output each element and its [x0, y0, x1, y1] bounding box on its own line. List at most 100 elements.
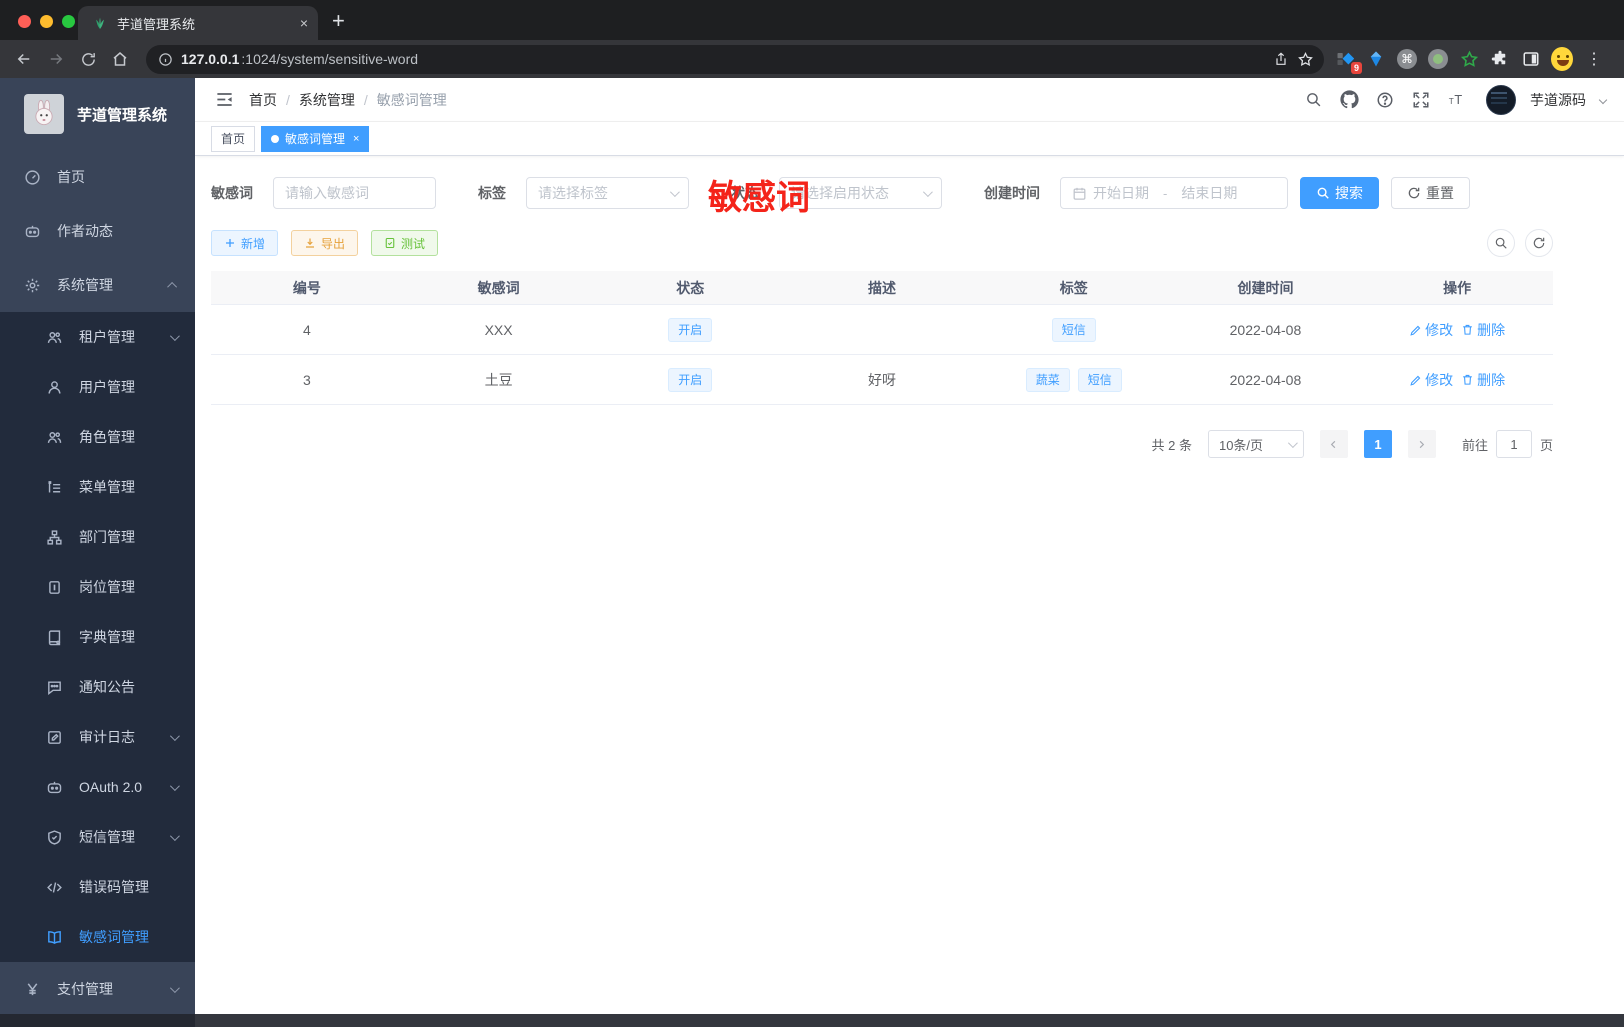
sidebar-item-role[interactable]: 角色管理	[0, 412, 195, 462]
pencil-icon	[1410, 375, 1421, 386]
sidebar-item-tenant[interactable]: 租户管理	[0, 312, 195, 362]
tampermonkey-extension-icon[interactable]: 9	[1334, 48, 1362, 74]
refresh-table-icon[interactable]	[1525, 229, 1553, 257]
sidebar-item-label: 系统管理	[57, 277, 113, 293]
search-button[interactable]: 搜索	[1300, 177, 1379, 209]
hide-search-icon[interactable]	[1487, 229, 1515, 257]
sidebar-item-author[interactable]: 作者动态	[0, 204, 195, 258]
sidebar-item-audit-log[interactable]: 审计日志	[0, 712, 195, 762]
forward-icon[interactable]	[42, 45, 70, 73]
search-icon	[1317, 187, 1329, 199]
user-avatar[interactable]	[1486, 84, 1516, 115]
date-start-placeholder[interactable]: 开始日期	[1093, 183, 1149, 203]
bookmark-star-icon[interactable]	[1297, 51, 1314, 68]
next-page-button[interactable]	[1407, 430, 1436, 458]
active-tag-dot	[271, 134, 280, 143]
sidebar-item-dict[interactable]: 字典管理	[0, 612, 195, 662]
reload-icon[interactable]	[74, 45, 102, 73]
sidebar-item-oauth[interactable]: OAuth 2.0	[0, 762, 195, 812]
tag-close-icon[interactable]: ×	[353, 133, 359, 145]
table-settings	[1487, 229, 1553, 257]
address-bar[interactable]: 127.0.0.1:1024/system/sensitive-word	[146, 44, 1324, 74]
breadcrumb-section[interactable]: 系统管理	[299, 90, 355, 110]
edit-button[interactable]: 修改	[1409, 320, 1453, 340]
table-row: 3 土豆 开启 好呀 蔬菜 短信 2022-04-08 修改 删除	[211, 355, 1553, 405]
green-star-extension-icon[interactable]	[1458, 48, 1480, 70]
new-tab-button[interactable]: +	[332, 8, 345, 34]
col-header: 描述	[868, 279, 897, 296]
share-icon[interactable]	[1273, 51, 1289, 67]
browser-tab[interactable]: 芋道管理系统 ×	[78, 6, 318, 40]
fullscreen-icon[interactable]	[1408, 87, 1434, 113]
prev-page-button[interactable]	[1319, 430, 1348, 458]
page-content: 敏感词 标签 状态 创建时间 开始日期 -	[195, 156, 1624, 1027]
table-toolbar: 新增 导出 测试	[211, 229, 1553, 257]
export-button[interactable]: 导出	[291, 230, 359, 256]
sidebar-item-post[interactable]: 岗位管理	[0, 562, 195, 612]
tab-close-icon[interactable]: ×	[300, 15, 308, 31]
date-end-placeholder[interactable]: 结束日期	[1181, 183, 1237, 203]
sidebar-item-menu[interactable]: 菜单管理	[0, 462, 195, 512]
goto-page-input[interactable]	[1495, 430, 1532, 458]
keyword-input[interactable]	[285, 185, 424, 201]
window-controls[interactable]	[18, 15, 75, 28]
tag-select-input[interactable]	[538, 185, 664, 201]
code-icon	[47, 881, 62, 893]
gem-extension-icon[interactable]	[1365, 48, 1387, 70]
cell-word: XXX	[484, 321, 513, 338]
side-panel-icon[interactable]	[1520, 48, 1542, 70]
tag-select[interactable]	[526, 177, 689, 209]
select-caret-icon	[1287, 437, 1298, 448]
search-button-label: 搜索	[1335, 185, 1363, 201]
app-window: 芋道管理系统 首页 作者动态 系统管理 租户管理 用户管理 角色管理 菜单管理 …	[0, 78, 1624, 1027]
tag-sensitive-word[interactable]: 敏感词管理 ×	[261, 125, 370, 152]
yen-icon	[27, 982, 38, 995]
reset-button-label: 重置	[1426, 185, 1454, 201]
refresh-icon	[1408, 187, 1420, 199]
sidebar-item-system[interactable]: 系统管理	[0, 258, 195, 312]
search-form: 敏感词 标签 状态 创建时间 开始日期 -	[211, 177, 1553, 209]
font-size-icon[interactable]: TT	[1444, 87, 1470, 113]
sidebar-item-pay[interactable]: 支付管理	[0, 962, 195, 1016]
page-unit-label: 页	[1539, 437, 1553, 453]
sidebar-item-notice[interactable]: 通知公告	[0, 662, 195, 712]
delete-button[interactable]: 删除	[1461, 320, 1505, 340]
reset-button[interactable]: 重置	[1391, 177, 1470, 209]
page-size-select[interactable]: 10条/页	[1207, 430, 1304, 458]
github-icon[interactable]	[1336, 87, 1362, 113]
app-logo[interactable]: 芋道管理系统	[0, 78, 195, 150]
recorder-extension-icon[interactable]	[1427, 48, 1449, 70]
user-name[interactable]: 芋道源码	[1530, 90, 1586, 110]
add-button[interactable]: 新增	[211, 230, 279, 256]
search-icon[interactable]	[1300, 87, 1326, 113]
site-info-icon[interactable]	[158, 52, 173, 67]
command-extension-icon[interactable]: ⌘	[1396, 48, 1418, 70]
extensions-puzzle-icon[interactable]	[1489, 48, 1511, 70]
delete-button[interactable]: 删除	[1461, 370, 1505, 390]
sidebar-item-dept[interactable]: 部门管理	[0, 512, 195, 562]
back-icon[interactable]	[10, 45, 38, 73]
plus-icon	[226, 239, 234, 247]
close-window-button[interactable]	[18, 15, 31, 28]
edit-button[interactable]: 修改	[1409, 370, 1453, 390]
collapse-sidebar-icon[interactable]	[207, 83, 241, 117]
browser-menu-icon[interactable]: ⋮	[1586, 49, 1603, 69]
zoom-window-button[interactable]	[62, 15, 75, 28]
user-menu-caret-icon[interactable]	[1598, 95, 1608, 104]
sidebar-item-sensitive-word[interactable]: 敏感词管理	[0, 912, 195, 962]
tag-home[interactable]: 首页	[211, 125, 256, 152]
sidebar-item-user[interactable]: 用户管理	[0, 362, 195, 412]
page-size-value: 10条/页	[1218, 437, 1264, 453]
shield-check-icon	[48, 829, 61, 845]
sidebar-item-errcode[interactable]: 错误码管理	[0, 862, 195, 912]
breadcrumb-home[interactable]: 首页	[249, 90, 277, 110]
profile-avatar-icon[interactable]	[1551, 47, 1573, 71]
home-icon[interactable]	[106, 45, 134, 73]
date-range-picker[interactable]: 开始日期 - 结束日期	[1060, 177, 1288, 209]
help-icon[interactable]	[1372, 87, 1398, 113]
minimize-window-button[interactable]	[40, 15, 53, 28]
test-button[interactable]: 测试	[371, 230, 439, 256]
page-number-button[interactable]: 1	[1363, 430, 1392, 458]
sidebar-item-sms[interactable]: 短信管理	[0, 812, 195, 862]
sidebar-item-home[interactable]: 首页	[0, 150, 195, 204]
